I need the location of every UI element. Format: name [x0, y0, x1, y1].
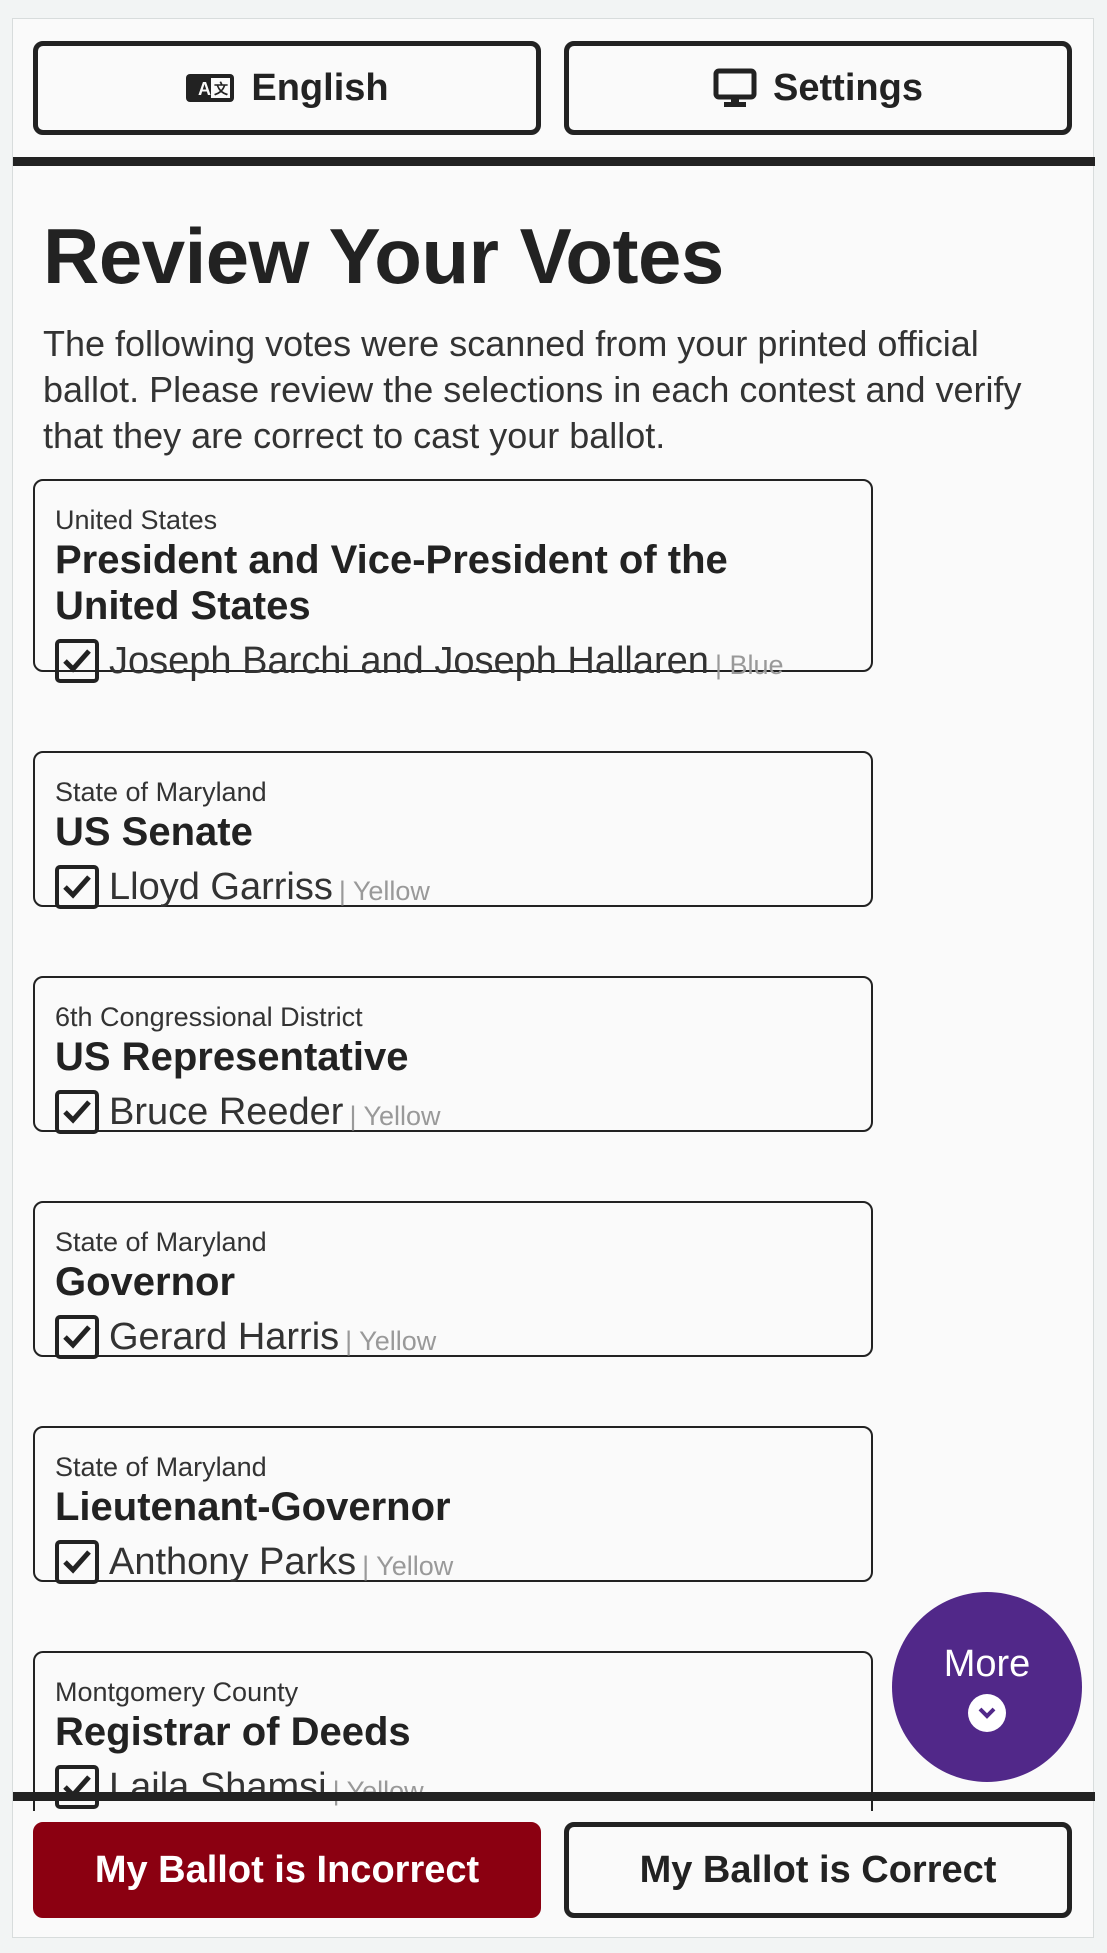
monitor-icon — [713, 68, 757, 108]
footer-divider — [13, 1792, 1095, 1801]
contest-title: Lieutenant-Governor — [55, 1485, 451, 1529]
candidate-party: | Yellow — [338, 875, 430, 906]
top-toolbar: A 文 English Settings — [13, 19, 1095, 159]
candidate-party: | Yellow — [332, 1775, 424, 1806]
header-divider — [13, 157, 1095, 166]
contest-card[interactable]: Montgomery County Registrar of Deeds Lai… — [33, 1651, 873, 1811]
checkbox-checked-icon — [55, 1540, 99, 1584]
checkbox-checked-icon — [55, 865, 99, 909]
contest-district: 6th Congressional District — [55, 1002, 363, 1032]
settings-button[interactable]: Settings — [564, 41, 1072, 135]
candidate-name: Joseph Barchi and Joseph Hallaren — [109, 639, 709, 682]
contest-selection: Anthony Parks | Yellow — [55, 1540, 851, 1584]
contest-title: Registrar of Deeds — [55, 1710, 411, 1754]
contest-card[interactable]: 6th Congressional District US Representa… — [33, 976, 873, 1134]
contest-selection: Lloyd Garriss | Yellow — [55, 865, 851, 909]
contest-title: President and Vice-President of the Unit… — [55, 538, 728, 628]
contest-district: Montgomery County — [55, 1677, 299, 1707]
ballot-incorrect-button[interactable]: My Ballot is Incorrect — [33, 1822, 541, 1918]
checkbox-checked-icon — [55, 639, 99, 683]
contest-title: Governor — [55, 1260, 236, 1304]
language-label: English — [251, 66, 389, 109]
contest-selection: Gerard Harris | Yellow — [55, 1315, 851, 1359]
contest-card[interactable]: State of Maryland US Senate Lloyd Garris… — [33, 751, 873, 909]
contest-title: US Representative — [55, 1035, 409, 1079]
contest-scroll-area[interactable]: Review Your Votes The following votes we… — [13, 166, 1095, 1811]
ballot-review-screen: A 文 English Settings Review Your Votes T… — [12, 18, 1095, 1938]
candidate-party: | Yellow — [345, 1325, 437, 1356]
contest-district: State of Maryland — [55, 777, 267, 807]
svg-text:文: 文 — [214, 81, 229, 97]
candidate-name: Gerard Harris — [109, 1315, 340, 1358]
contest-card[interactable]: United States President and Vice-Preside… — [33, 479, 873, 683]
candidate-party: | Yellow — [362, 1550, 454, 1581]
more-label: More — [943, 1642, 1031, 1685]
more-button[interactable]: More — [892, 1592, 1082, 1782]
page-instructions: The following votes were scanned from yo… — [43, 323, 1022, 456]
language-button[interactable]: A 文 English — [33, 41, 541, 135]
ballot-correct-button[interactable]: My Ballot is Correct — [564, 1822, 1072, 1918]
chevron-down-icon — [968, 1693, 1006, 1732]
candidate-party: | Blue — [714, 649, 784, 680]
contest-title: US Senate — [55, 810, 253, 854]
contest-selection: Laila Shamsi | Yellow — [55, 1765, 851, 1809]
checkbox-checked-icon — [55, 1765, 99, 1809]
svg-text:A: A — [198, 79, 211, 99]
contest-district: State of Maryland — [55, 1227, 267, 1257]
contest-card[interactable]: State of Maryland Lieutenant-Governor An… — [33, 1426, 873, 1584]
language-icon: A 文 — [185, 73, 235, 103]
checkbox-checked-icon — [55, 1090, 99, 1134]
contest-selection: Joseph Barchi and Joseph Hallaren | Blue — [55, 639, 851, 683]
contest-district: State of Maryland — [55, 1452, 267, 1482]
checkbox-checked-icon — [55, 1315, 99, 1359]
candidate-name: Lloyd Garriss — [109, 865, 333, 908]
candidate-name: Anthony Parks — [109, 1540, 357, 1583]
candidate-name: Laila Shamsi — [109, 1765, 327, 1808]
candidate-party: | Yellow — [349, 1100, 441, 1131]
page-title: Review Your Votes — [43, 212, 724, 300]
contest-card[interactable]: State of Maryland Governor Gerard Harris… — [33, 1201, 873, 1359]
contest-district: United States — [55, 505, 218, 535]
candidate-name: Bruce Reeder — [109, 1090, 344, 1133]
contest-selection: Bruce Reeder | Yellow — [55, 1090, 851, 1134]
settings-label: Settings — [773, 66, 923, 109]
